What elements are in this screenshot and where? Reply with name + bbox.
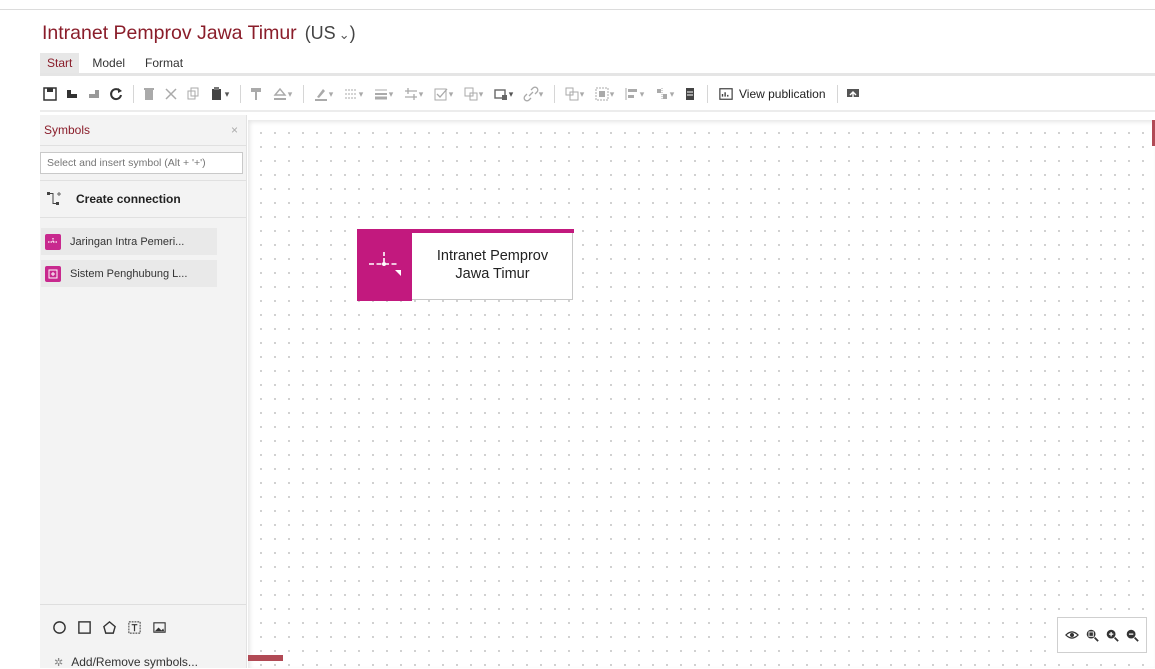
toolbar-separator (836, 85, 838, 103)
bookmark-icon[interactable] (680, 84, 700, 104)
add-remove-symbols-button[interactable]: ✲ Add/Remove symbols... (54, 655, 198, 669)
sidebar-title: Symbols (44, 123, 91, 137)
create-connection-button[interactable]: Create connection (40, 181, 246, 217)
zoom-out-icon[interactable] (1125, 628, 1139, 642)
format-painter-icon[interactable] (246, 84, 266, 104)
toolbar-divider (40, 110, 1155, 112)
toolbar-separator (303, 85, 304, 103)
ribbon-tabs: Start Model Format (40, 53, 196, 73)
network-icon (45, 233, 61, 250)
fill-icon[interactable]: ▾ (268, 84, 296, 104)
tabs-divider (40, 73, 1155, 76)
close-icon[interactable]: × (231, 123, 238, 137)
circle-icon[interactable] (52, 620, 67, 635)
symbol-item-label: Jaringan Intra Pemeri... (70, 235, 185, 248)
line-color-icon[interactable]: ▾ (309, 84, 337, 104)
line-weight-icon[interactable]: ▾ (369, 84, 397, 104)
toolbar-separator (554, 85, 555, 103)
line-style-icon[interactable]: ▾ (339, 84, 367, 104)
model-canvas[interactable]: Intranet Pemprov Jawa Timur (248, 120, 1155, 668)
gear-icon: ✲ (54, 656, 64, 669)
system-icon (45, 265, 61, 282)
view-publication-icon (719, 88, 733, 100)
size-icon[interactable]: ▾ (650, 84, 678, 104)
toolbar: ▾ ▾ ▾ ▾ ▾ ▾ ▾ ▾ ▾ ▾ ▾ ▾ ▾ ▾ View publica… (40, 83, 1155, 105)
network-icon (369, 252, 401, 276)
refresh-icon[interactable] (106, 84, 126, 104)
sidebar-footer-divider (40, 604, 246, 605)
object-label-line2: Jawa Timur (455, 266, 530, 282)
add-remove-label: Add/Remove symbols... (71, 655, 198, 669)
language-close-paren: ) (349, 23, 356, 43)
language-selector[interactable]: (US ⌄) (305, 23, 356, 44)
undo-icon[interactable] (62, 84, 82, 104)
redo-icon[interactable] (84, 84, 104, 104)
top-border (0, 9, 1155, 10)
symbol-item-label: Sistem Penghubung L... (70, 267, 188, 280)
arrange-icon[interactable]: ▾ (399, 84, 427, 104)
image-icon[interactable] (152, 620, 167, 635)
symbols-sidebar: Symbols × Create connection Jaringan Int… (40, 115, 247, 669)
symbol-item-sistem[interactable]: Sistem Penghubung L... (41, 260, 217, 287)
shape-icon[interactable]: ▾ (489, 84, 517, 104)
group-icon[interactable]: ▾ (560, 84, 588, 104)
tab-format[interactable]: Format (138, 53, 190, 73)
object-symbol-box (357, 229, 412, 301)
scroll-indicator-horizontal[interactable] (248, 655, 283, 661)
zoom-fit-icon[interactable] (1085, 628, 1099, 642)
zoom-in-icon[interactable] (1105, 628, 1119, 642)
canvas-object-intranet[interactable]: Intranet Pemprov Jawa Timur (357, 229, 574, 301)
toolbar-separator (133, 85, 134, 103)
align-icon[interactable]: ▾ (590, 84, 618, 104)
eye-icon[interactable] (1065, 628, 1079, 642)
create-connection-label: Create connection (76, 192, 181, 206)
sidebar-divider (40, 217, 246, 218)
zoom-controls (1057, 617, 1147, 653)
delete-icon[interactable] (139, 84, 159, 104)
link-icon[interactable]: ▾ (519, 84, 547, 104)
toolbar-separator (240, 85, 241, 103)
connection-icon (47, 192, 61, 205)
copy-icon[interactable] (183, 84, 203, 104)
upload-icon[interactable] (843, 84, 863, 104)
cut-icon[interactable] (161, 84, 181, 104)
tab-model[interactable]: Model (85, 53, 132, 73)
square-icon[interactable] (77, 620, 92, 635)
checkbox-icon[interactable]: ▾ (429, 84, 457, 104)
sidebar-header: Symbols × (40, 115, 246, 146)
attribute-icon[interactable]: ▾ (459, 84, 487, 104)
shape-palette (52, 620, 167, 635)
symbol-item-jaringan[interactable]: Jaringan Intra Pemeri... (41, 228, 217, 255)
chevron-down-icon: ⌄ (338, 27, 350, 42)
object-label: Intranet Pemprov Jawa Timur (413, 247, 572, 283)
toolbar-separator (707, 85, 708, 103)
text-box-icon[interactable] (127, 620, 142, 635)
object-label-line1: Intranet Pemprov (436, 248, 549, 264)
save-icon[interactable] (40, 84, 60, 104)
distribute-icon[interactable]: ▾ (620, 84, 648, 104)
title-row: Intranet Pemprov Jawa Timur (US ⌄) (42, 22, 356, 48)
tab-start[interactable]: Start (40, 53, 80, 73)
symbol-search (40, 152, 243, 174)
view-publication-label: View publication (739, 87, 826, 101)
pentagon-icon[interactable] (102, 620, 117, 635)
view-publication-button[interactable]: View publication (713, 84, 832, 104)
page-title: Intranet Pemprov Jawa Timur (42, 22, 297, 44)
symbol-search-input[interactable] (45, 156, 238, 170)
symbol-list: Jaringan Intra Pemeri... Sistem Penghubu… (40, 228, 246, 287)
language-label: (US (304, 23, 336, 43)
paste-icon[interactable]: ▾ (205, 84, 233, 104)
